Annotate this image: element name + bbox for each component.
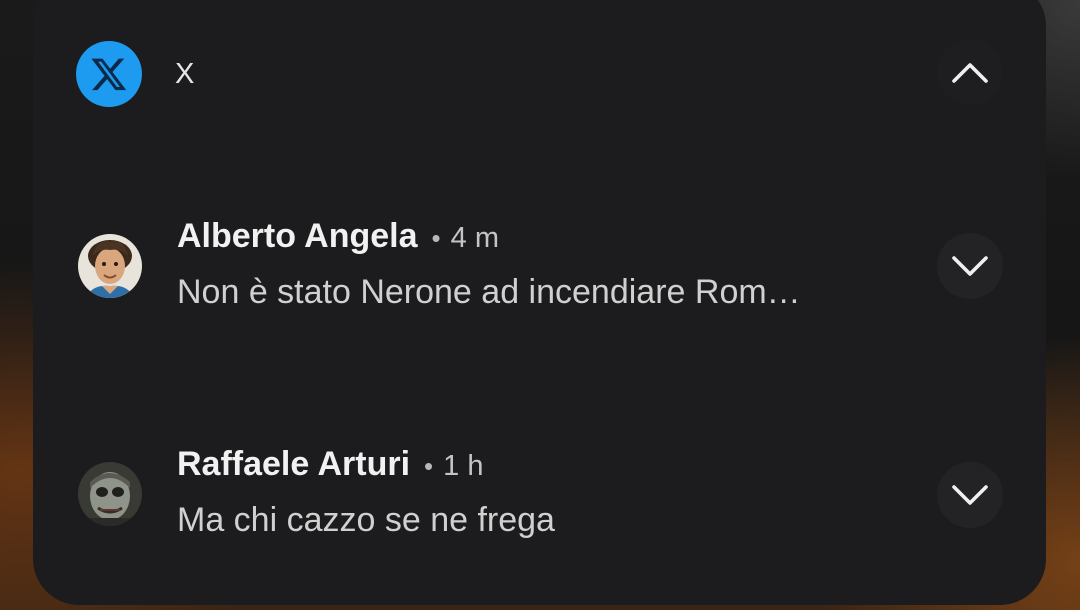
separator-dot: •: [431, 223, 441, 253]
notification-message: Non è stato Nerone ad incendiare Rom…: [177, 273, 801, 311]
chevron-down-icon: [952, 485, 988, 505]
x-logo-icon: [76, 41, 142, 107]
notification-item[interactable]: Raffaele Arturi • 1 h Ma chi cazzo se ne…: [78, 445, 918, 539]
timestamp: 4 m: [450, 222, 499, 254]
avatar-alberto-angela: [78, 234, 142, 298]
avatar-raffaele-arturi: [78, 462, 142, 526]
timestamp: 1 h: [443, 450, 484, 482]
notification-header: Alberto Angela • 4 m: [177, 217, 499, 256]
notification-item[interactable]: Alberto Angela • 4 m Non è stato Nerone …: [78, 217, 918, 311]
sender-name: Raffaele Arturi: [177, 445, 411, 483]
notification-header: Raffaele Arturi • 1 h: [177, 445, 483, 484]
app-header: X: [76, 41, 195, 107]
expand-button[interactable]: [937, 233, 1003, 299]
chevron-up-icon: [952, 63, 988, 83]
separator-dot: •: [424, 451, 434, 481]
app-name: X: [175, 57, 195, 90]
collapse-button[interactable]: [937, 39, 1003, 105]
sender-name: Alberto Angela: [177, 217, 418, 255]
expand-button[interactable]: [937, 462, 1003, 528]
notification-message: Ma chi cazzo se ne frega: [177, 501, 555, 539]
chevron-down-icon: [952, 256, 988, 276]
